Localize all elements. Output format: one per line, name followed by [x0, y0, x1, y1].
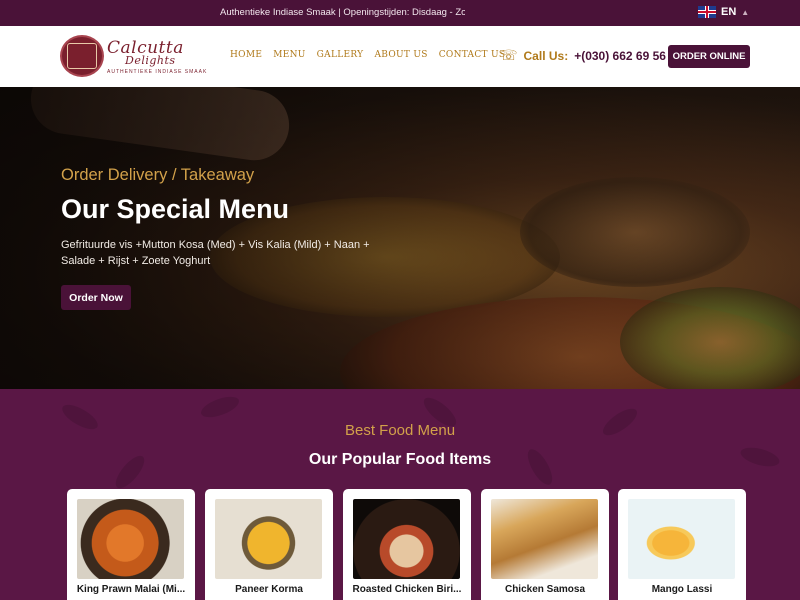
food-card[interactable]: Paneer Korma: [205, 489, 333, 600]
order-now-button[interactable]: Order Now: [61, 285, 131, 310]
food-card[interactable]: Roasted Chicken Biri...: [343, 489, 471, 600]
nav-contact-us[interactable]: CONTACT US: [439, 50, 506, 60]
popular-food-section: Best Food Menu Our Popular Food Items Ki…: [0, 389, 800, 600]
uk-flag-icon: [698, 6, 716, 18]
site-header: Calcutta Delights AUTHENTIEKE INDIASE SM…: [0, 26, 800, 87]
hero-subtitle: Order Delivery / Takeaway: [61, 166, 255, 184]
logo[interactable]: Calcutta Delights AUTHENTIEKE INDIASE SM…: [107, 38, 207, 75]
hero-title: Our Special Menu: [61, 194, 290, 224]
chevron-down-icon: ▲: [741, 7, 750, 17]
language-switcher[interactable]: EN ▲: [698, 6, 749, 18]
food-name: Roasted Chicken Biri...: [352, 584, 462, 595]
food-image: [353, 499, 460, 579]
food-image: [215, 499, 322, 579]
food-card[interactable]: Mango Lassi: [618, 489, 746, 600]
language-code: EN: [721, 6, 737, 18]
food-image: [491, 499, 598, 579]
order-online-button[interactable]: ORDER ONLINE: [668, 45, 750, 68]
nav-home[interactable]: HOME: [230, 50, 262, 60]
nav-gallery[interactable]: GALLERY: [317, 50, 364, 60]
main-nav: HOME MENU GALLERY ABOUT US CONTACT US: [230, 50, 505, 60]
logo-emblem[interactable]: [60, 35, 104, 77]
hero-banner: Order Delivery / Takeaway Our Special Me…: [0, 87, 800, 389]
food-image: [77, 499, 184, 579]
food-name: Paneer Korma: [235, 584, 303, 595]
food-name: Chicken Samosa: [504, 584, 586, 595]
nav-about-us[interactable]: ABOUT US: [374, 50, 427, 60]
logo-name-2: Delights: [125, 54, 176, 67]
call-us[interactable]: ☏ Call Us: +(030) 662 69 56: [500, 47, 666, 64]
food-name: King Prawn Malai (Mi...: [76, 584, 186, 595]
food-name: Mango Lassi: [651, 584, 713, 595]
section-title: Our Popular Food Items: [308, 451, 492, 468]
phone-icon: ☏: [500, 47, 518, 63]
food-image: [628, 499, 735, 579]
section-subtitle: Best Food Menu: [344, 422, 456, 439]
logo-tagline: AUTHENTIEKE INDIASE SMAAK: [107, 69, 208, 75]
hero-description: Gefrituurde vis +Mutton Kosa (Med) + Vis…: [61, 239, 370, 267]
food-card[interactable]: Chicken Samosa: [481, 489, 609, 600]
food-card[interactable]: King Prawn Malai (Mi...: [67, 489, 195, 600]
announcement-bar: Authentieke Indiase Smaak | Openingstijd…: [0, 0, 800, 26]
phone-number[interactable]: +(030) 662 69 56: [574, 49, 666, 63]
nav-menu[interactable]: MENU: [273, 50, 305, 60]
call-label: Call Us:: [523, 48, 569, 63]
announcement-text: Authentieke Indiase Smaak | Openingstijd…: [220, 7, 465, 18]
